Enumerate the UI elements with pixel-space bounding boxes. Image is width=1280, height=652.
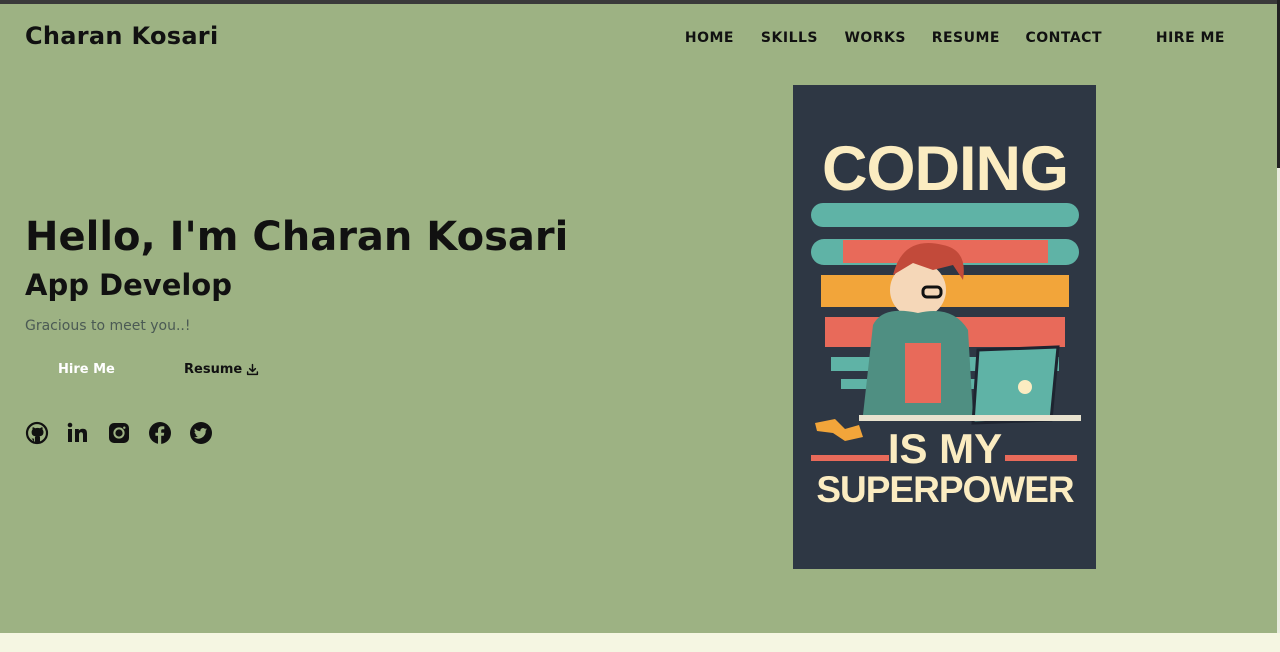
facebook-icon[interactable]: [148, 421, 172, 445]
poster-red-bar-right: [1005, 455, 1077, 461]
hero-tagline: Gracious to meet you..!: [25, 318, 191, 334]
top-border: [0, 0, 1280, 4]
nav-works[interactable]: WORKS: [844, 30, 906, 46]
hire-me-label: Hire Me: [58, 362, 115, 377]
instagram-icon[interactable]: [107, 421, 131, 445]
coding-poster-image: CODING IS MY SUPERPOWER: [793, 85, 1096, 569]
poster-laptop-logo: [1018, 380, 1032, 394]
github-icon[interactable]: [25, 421, 49, 445]
poster-character-shirt: [905, 343, 941, 403]
poster-tools: [815, 419, 863, 441]
twitter-icon[interactable]: [189, 421, 213, 445]
download-icon: [247, 363, 259, 376]
nav-home[interactable]: HOME: [685, 30, 734, 46]
poster-laptop: [971, 345, 1060, 425]
linkedin-icon[interactable]: [66, 421, 90, 445]
poster-desk: [859, 415, 1081, 421]
resume-button[interactable]: Resume: [184, 362, 259, 377]
nav-contact[interactable]: CONTACT: [1025, 30, 1102, 46]
poster-line-1: CODING: [822, 134, 1068, 204]
nav-skills[interactable]: SKILLS: [761, 30, 818, 46]
hero-title: Hello, I'm Charan Kosari: [25, 214, 569, 260]
next-section-edge: [0, 633, 1280, 652]
poster-teal-stripe-top: [811, 203, 1079, 227]
poster-line-3: SUPERPOWER: [816, 469, 1074, 510]
resume-label: Resume: [184, 362, 243, 377]
hire-me-button[interactable]: Hire Me: [58, 362, 115, 377]
nav-hire-me[interactable]: HIRE ME: [1156, 30, 1225, 46]
nav-resume[interactable]: RESUME: [932, 30, 1000, 46]
brand-name[interactable]: Charan Kosari: [25, 22, 218, 50]
poster-line-2: IS MY: [888, 425, 1002, 472]
poster-red-bar-left: [811, 455, 889, 461]
hero-subtitle: App Develop: [25, 268, 232, 302]
